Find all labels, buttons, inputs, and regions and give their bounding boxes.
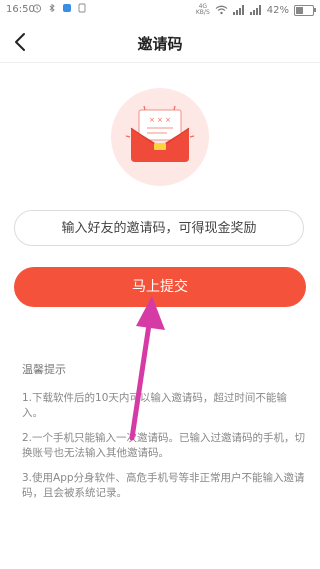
battery-text: 42% xyxy=(266,4,289,16)
nav-bar: 邀请码 xyxy=(0,22,320,62)
envelope-illustration: × × × xyxy=(111,88,209,186)
red-envelope-icon: × × × xyxy=(125,105,195,162)
page-title: 邀请码 xyxy=(137,35,183,53)
invite-code-input[interactable] xyxy=(14,210,304,246)
bluetooth-icon xyxy=(49,3,55,13)
status-time: 16:50 xyxy=(6,4,35,15)
battery-icon xyxy=(294,4,316,16)
alarm-icon xyxy=(32,4,42,13)
submit-button[interactable]: 马上提交 xyxy=(14,267,306,307)
nav-divider xyxy=(0,62,320,63)
network-speed: 4G KB/S xyxy=(195,3,210,16)
wifi-icon xyxy=(215,5,228,15)
signal-icon-2 xyxy=(249,5,261,15)
tips-item: 3.使用App分身软件、高危手机号等非正常用户不能输入邀请码，且会被系统记录。 xyxy=(22,472,305,499)
svg-text:× × ×: × × × xyxy=(149,116,171,124)
status-bar: 16:50 4G KB/S 42% xyxy=(0,0,320,22)
tips-title: 温馨提示 xyxy=(22,363,66,376)
battery-fill xyxy=(296,6,303,14)
tips-item: 2.一个手机只能输入一次邀请码。已输入过邀请码的手机，切换账号也无法输入其他邀请… xyxy=(22,432,306,459)
tips-section: 温馨提示 1.下载软件后的10天内可以输入邀请码，超过时间不能输入。 2.一个手… xyxy=(22,362,306,511)
tips-item: 1.下载软件后的10天内可以输入邀请码，超过时间不能输入。 xyxy=(22,392,287,419)
app-notification-icon xyxy=(63,4,71,12)
sim-card-icon xyxy=(78,3,86,13)
signal-icon xyxy=(232,5,244,15)
